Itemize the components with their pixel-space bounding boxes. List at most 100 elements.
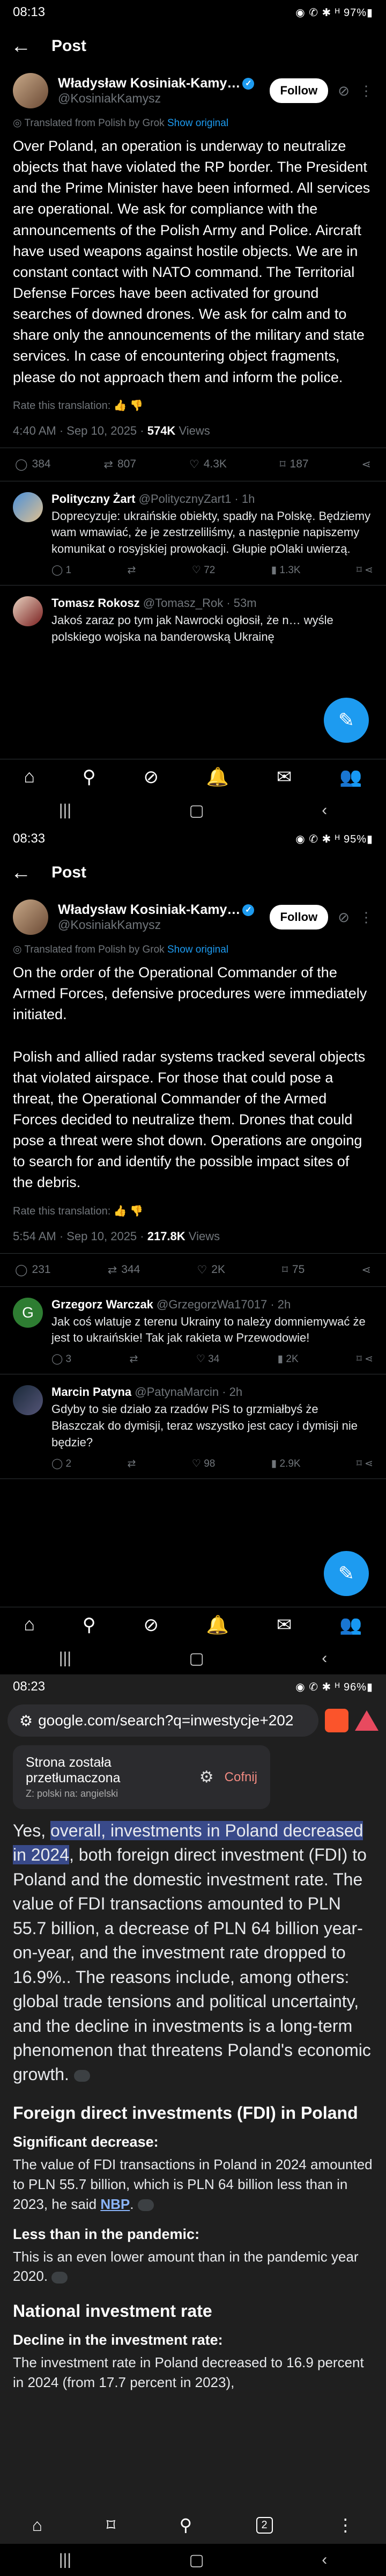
compose-fab[interactable]: ✎ [324, 1551, 369, 1596]
section-heading: Foreign direct investments (FDI) in Pola… [13, 2103, 358, 2123]
more-options-icon[interactable]: ⋮ [337, 2515, 354, 2535]
recents-icon[interactable]: ||| [59, 801, 71, 819]
grok-icon[interactable]: ⊘ [143, 766, 159, 788]
bookmark-button[interactable]: ⌑ 75 [282, 1263, 305, 1277]
post-text: Over Poland, an operation is underway to… [13, 138, 370, 385]
home-icon[interactable]: ⌂ [24, 1614, 35, 1635]
grok-icon[interactable]: ⊘ [338, 909, 350, 926]
link-chip-icon[interactable] [51, 2271, 68, 2284]
back-icon[interactable]: ‹ [322, 801, 327, 819]
browser-toolbar: ⚙ google.com/search?q=inwestycje+202 [0, 1699, 386, 1742]
nbp-link[interactable]: NBP [100, 2196, 130, 2212]
author-name[interactable]: Władysław Kosiniak-Kamy… [58, 902, 240, 917]
reply-button[interactable]: ◯ 384 [15, 458, 51, 471]
post-author: Władysław Kosiniak-Kamy… ✓ @KosiniakKamys… [0, 894, 386, 940]
more-options-icon[interactable]: ⋮ [359, 909, 373, 926]
tab-count-button[interactable]: 2 [256, 2516, 273, 2534]
app-bar: ← Post [0, 25, 386, 68]
follow-button[interactable]: Follow [269, 905, 329, 930]
link-chip-icon[interactable] [73, 2069, 90, 2082]
bookmark-icon[interactable]: ⌑ [107, 2515, 115, 2535]
thumbs-up-icon[interactable]: 👍 [114, 1205, 127, 1217]
avatar[interactable] [13, 492, 43, 522]
grok-icon[interactable]: ⊘ [143, 1614, 159, 1636]
people-icon[interactable]: 👥 [339, 1614, 362, 1636]
home-button-icon[interactable]: ▢ [189, 801, 204, 820]
popup-title: Strona została przetłumaczona [26, 1755, 121, 1785]
repost-button[interactable]: ⇄ 807 [103, 458, 136, 471]
show-original-link[interactable]: Show original [167, 118, 228, 129]
post-meta: 5:54 AM · Sep 10, 2025 · 217.8K Views [0, 1225, 386, 1254]
avatar[interactable] [13, 596, 43, 627]
status-icons: ◉ ✆ ✱ ᴴ 97%▮ [295, 6, 373, 19]
reply-button[interactable]: ◯ 231 [15, 1263, 51, 1277]
reply-item[interactable]: G Grzegorz Warczak @GrzegorzWa17017 · 2h… [0, 1287, 386, 1375]
author-handle[interactable]: @KosiniakKamysz [58, 91, 260, 106]
thumbs-down-icon[interactable]: 👎 [130, 400, 143, 412]
home-icon[interactable]: ⌂ [24, 766, 35, 787]
address-bar[interactable]: ⚙ google.com/search?q=inwestycje+202 [8, 1704, 318, 1737]
bell-icon[interactable]: 🔔 [206, 766, 229, 788]
home-button-icon[interactable]: ▢ [189, 1649, 204, 1668]
compose-fab[interactable]: ✎ [324, 698, 369, 743]
back-arrow-icon[interactable]: ← [11, 861, 32, 884]
screen-1: 08:13 ◉ ✆ ✱ ᴴ 97%▮ ← Post Władysław Kosi… [0, 0, 386, 826]
verified-badge-icon: ✓ [242, 904, 255, 917]
page-title: Post [51, 863, 87, 881]
brave-shield-icon[interactable] [325, 1709, 348, 1732]
post-meta: 4:40 AM · Sep 10, 2025 · 574K Views [0, 420, 386, 448]
author-name[interactable]: Władysław Kosiniak-Kamy… [58, 76, 240, 91]
like-button[interactable]: ♡ 2K [197, 1263, 225, 1277]
translation-popup: Strona została przetłumaczona Z: polski … [13, 1745, 270, 1809]
show-original-link[interactable]: Show original [167, 944, 228, 955]
status-bar: 08:23 ◉ ✆ ✱ ᴴ 96%▮ [0, 1674, 386, 1699]
avatar[interactable] [13, 1385, 43, 1416]
search-icon[interactable]: ⚲ [83, 1614, 96, 1636]
system-nav: ||| ▢ ‹ [0, 794, 386, 826]
home-icon[interactable]: ⌂ [32, 2515, 42, 2535]
reply-item[interactable]: Tomasz Rokosz @Tomasz_Rok · 53m Jakoś za… [0, 586, 386, 651]
link-chip-icon[interactable] [137, 2199, 154, 2211]
recents-icon[interactable]: ||| [59, 1649, 71, 1667]
back-icon[interactable]: ‹ [322, 2551, 327, 2569]
follow-button[interactable]: Follow [269, 78, 329, 103]
clock: 08:13 [13, 5, 46, 19]
back-arrow-icon[interactable]: ← [11, 35, 32, 58]
thumbs-up-icon[interactable]: 👍 [114, 400, 127, 412]
app-bar: ← Post [0, 851, 386, 894]
home-button-icon[interactable]: ▢ [189, 2551, 204, 2570]
more-options-icon[interactable]: ⋮ [359, 83, 373, 99]
back-icon[interactable]: ‹ [322, 1649, 327, 1667]
bookmark-button[interactable]: ⌑ 187 [280, 458, 309, 471]
reply-item[interactable]: Marcin Patyna @PatynaMarcin · 2h Gdyby t… [0, 1374, 386, 1479]
thumbs-down-icon[interactable]: 👎 [130, 1205, 143, 1217]
gear-icon[interactable]: ⚙ [199, 1768, 214, 1787]
tune-icon[interactable]: ⚙ [19, 1712, 33, 1730]
browser-bottom-nav: ⌂ ⌑ ⚲ 2 ⋮ [0, 2506, 386, 2544]
clock: 08:33 [13, 831, 46, 846]
grok-icon[interactable]: ⊘ [338, 83, 350, 99]
reply-item[interactable]: Polityczny Żart @PolitycznyZart1 · 1h Do… [0, 481, 386, 586]
globe-icon: ◎ [13, 118, 25, 129]
system-nav: ||| ▢ ‹ [0, 1642, 386, 1674]
share-icon[interactable]: ⋖ [361, 1263, 371, 1277]
search-icon[interactable]: ⚲ [180, 2515, 192, 2535]
undo-translation-button[interactable]: Cofnij [225, 1770, 257, 1785]
like-button[interactable]: ♡ 4.3K [189, 458, 227, 471]
share-icon[interactable]: ⋖ [361, 458, 371, 471]
author-handle[interactable]: @KosiniakKamysz [58, 918, 260, 932]
mail-icon[interactable]: ✉ [277, 1614, 292, 1636]
recents-icon[interactable]: ||| [59, 2551, 71, 2569]
avatar[interactable] [13, 899, 48, 935]
ai-answer: Yes, overall, investments in Poland decr… [13, 1821, 371, 2084]
status-bar: 08:13 ◉ ✆ ✱ ᴴ 97%▮ [0, 0, 386, 25]
avatar[interactable]: G [13, 1297, 43, 1328]
bell-icon[interactable]: 🔔 [206, 1614, 229, 1636]
avatar[interactable] [13, 73, 48, 108]
mail-icon[interactable]: ✉ [277, 766, 292, 788]
repost-button[interactable]: ⇄ 344 [108, 1263, 140, 1277]
search-icon[interactable]: ⚲ [83, 766, 96, 788]
clock: 08:23 [13, 1679, 46, 1694]
people-icon[interactable]: 👥 [339, 766, 362, 788]
brave-rewards-icon[interactable] [355, 1710, 378, 1731]
